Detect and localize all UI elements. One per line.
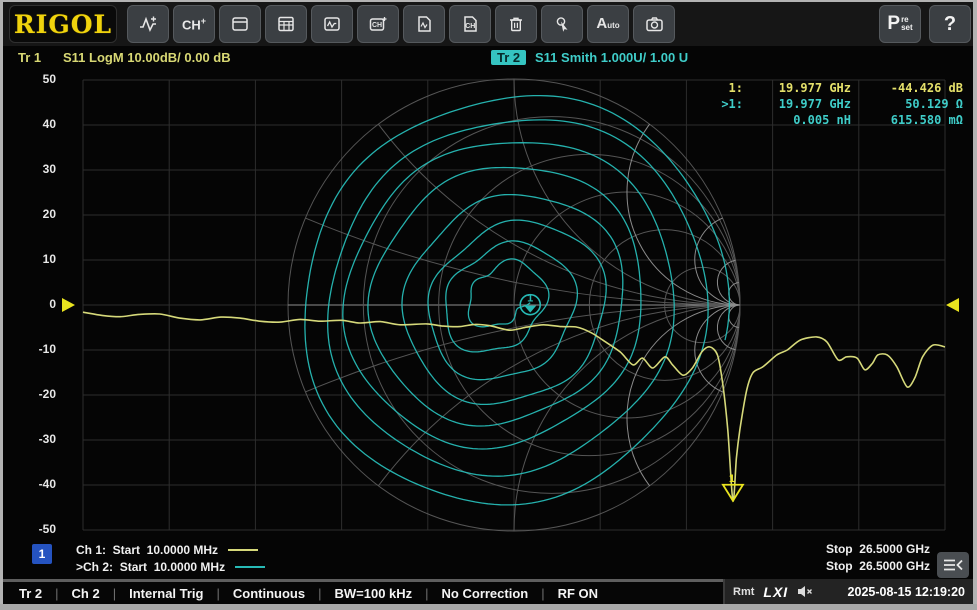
toolbar: RIGOL CH+ CH CH Auto P re set ? [3, 2, 973, 46]
stop-frequency: Stop 26.5000 GHz [826, 541, 930, 558]
status-bar: Tr 2|Ch 2|Internal Trig|Continuous|BW=10… [3, 579, 973, 604]
status-bar-right: Rmt LXI 2025-08-15 12:19:20 [723, 579, 973, 604]
channel-info: 1 Ch 1: Start 10.0000 MHz>Ch 2: Start 10… [30, 541, 265, 575]
help-button[interactable]: ? [929, 5, 971, 43]
window-layout-icon [230, 14, 250, 34]
svg-text:CH: CH [372, 22, 382, 29]
remote-indicator: Rmt [733, 586, 754, 598]
trace-annotation-bar: Tr 1 S11 LogM 10.00dB/ 0.00 dB Tr 2 S11 … [3, 50, 973, 70]
svg-text:CH: CH [465, 23, 475, 30]
file-trace-icon [414, 14, 434, 34]
marker-readout-row: >1:19.977 GHz50.129 Ω [709, 96, 963, 112]
speaker-muted-icon[interactable] [797, 585, 813, 598]
menu-collapse-icon [941, 556, 965, 574]
auto-scale-button[interactable]: Auto [587, 5, 629, 43]
y-tick-label: -50 [12, 522, 56, 536]
lxi-logo: LXI [763, 584, 788, 600]
delete-button[interactable] [495, 5, 537, 43]
screenshot-button[interactable] [633, 5, 675, 43]
window-trace-icon [322, 14, 342, 34]
touch-icon [552, 14, 572, 34]
trash-icon [506, 14, 526, 34]
menu-expand-button[interactable] [937, 552, 969, 578]
trace-add-button[interactable] [127, 5, 169, 43]
marker-readout: 1:19.977 GHz-44.426 dB>1:19.977 GHz50.12… [709, 80, 963, 128]
status-item[interactable]: RF ON [545, 586, 611, 601]
y-tick-label: 50 [12, 72, 56, 86]
trace-add-icon [137, 14, 159, 34]
y-tick-label: 40 [12, 117, 56, 131]
y-tick-label: 20 [12, 207, 56, 221]
trace2-format[interactable]: S11 Smith 1.000U/ 1.00 U [535, 50, 688, 65]
channel-info-row[interactable]: >Ch 2: Start 10.0000 MHz [76, 558, 265, 575]
marker-readout-row: 0.005 nH615.580 mΩ [709, 112, 963, 128]
trace1-format[interactable]: S11 LogM 10.00dB/ 0.00 dB [63, 50, 231, 65]
camera-icon [644, 14, 665, 34]
toolbar-right: P re set ? [879, 5, 971, 43]
status-item[interactable]: Continuous [220, 586, 318, 601]
save-channel-file-button[interactable]: CH [449, 5, 491, 43]
y-tick-label: 30 [12, 162, 56, 176]
stop-frequency-info: Stop 26.5000 GHzStop 26.5000 GHz [826, 541, 930, 575]
status-item[interactable]: Ch 2 [59, 586, 113, 601]
ref-level-triangle-right [946, 298, 959, 312]
display-table-icon [276, 14, 296, 34]
channel-info-row[interactable]: Ch 1: Start 10.0000 MHz [76, 541, 265, 558]
smith-trace [305, 96, 730, 505]
y-tick-label: -10 [12, 342, 56, 356]
marker-readout-row: 1:19.977 GHz-44.426 dB [709, 80, 963, 96]
y-tick-label: 10 [12, 252, 56, 266]
ref-level-triangle-left [62, 298, 75, 312]
auto-icon: Auto [596, 15, 619, 33]
status-item[interactable]: No Correction [429, 586, 542, 601]
y-tick-label: -20 [12, 387, 56, 401]
window-number-badge[interactable]: 1 [32, 544, 52, 564]
toolbar-buttons: CH+ CH CH Auto [127, 5, 675, 43]
svg-text:1: 1 [729, 473, 735, 485]
rigol-logo: RIGOL [9, 5, 117, 43]
svg-text:1: 1 [527, 293, 533, 305]
y-tick-label: -40 [12, 477, 56, 491]
vna-screen: RIGOL CH+ CH CH Auto P re set ? 1 1 Tr 1 S11… [0, 0, 977, 610]
window-channel-add-button[interactable]: CH [357, 5, 399, 43]
status-item[interactable]: Tr 2 [19, 586, 55, 601]
status-item[interactable]: BW=100 kHz [321, 586, 425, 601]
window-channel-icon: CH [368, 14, 388, 34]
status-item[interactable]: Internal Trig [116, 586, 216, 601]
save-trace-file-button[interactable] [403, 5, 445, 43]
preset-button[interactable]: P re set [879, 5, 921, 43]
touch-button[interactable] [541, 5, 583, 43]
window-layout-button[interactable] [219, 5, 261, 43]
datetime: 2025-08-15 12:19:20 [848, 585, 965, 599]
tr2-marker: 1 [520, 293, 540, 315]
y-tick-label: 0 [12, 297, 56, 311]
y-tick-label: -30 [12, 432, 56, 446]
file-channel-icon: CH [460, 14, 480, 34]
display-table-button[interactable] [265, 5, 307, 43]
window-trace-button[interactable] [311, 5, 353, 43]
trace2-badge[interactable]: Tr 2 [491, 50, 526, 65]
trace1-badge[interactable]: Tr 1 [18, 50, 41, 65]
channel-add-button[interactable]: CH+ [173, 5, 215, 43]
stop-frequency: Stop 26.5000 GHz [826, 558, 930, 575]
